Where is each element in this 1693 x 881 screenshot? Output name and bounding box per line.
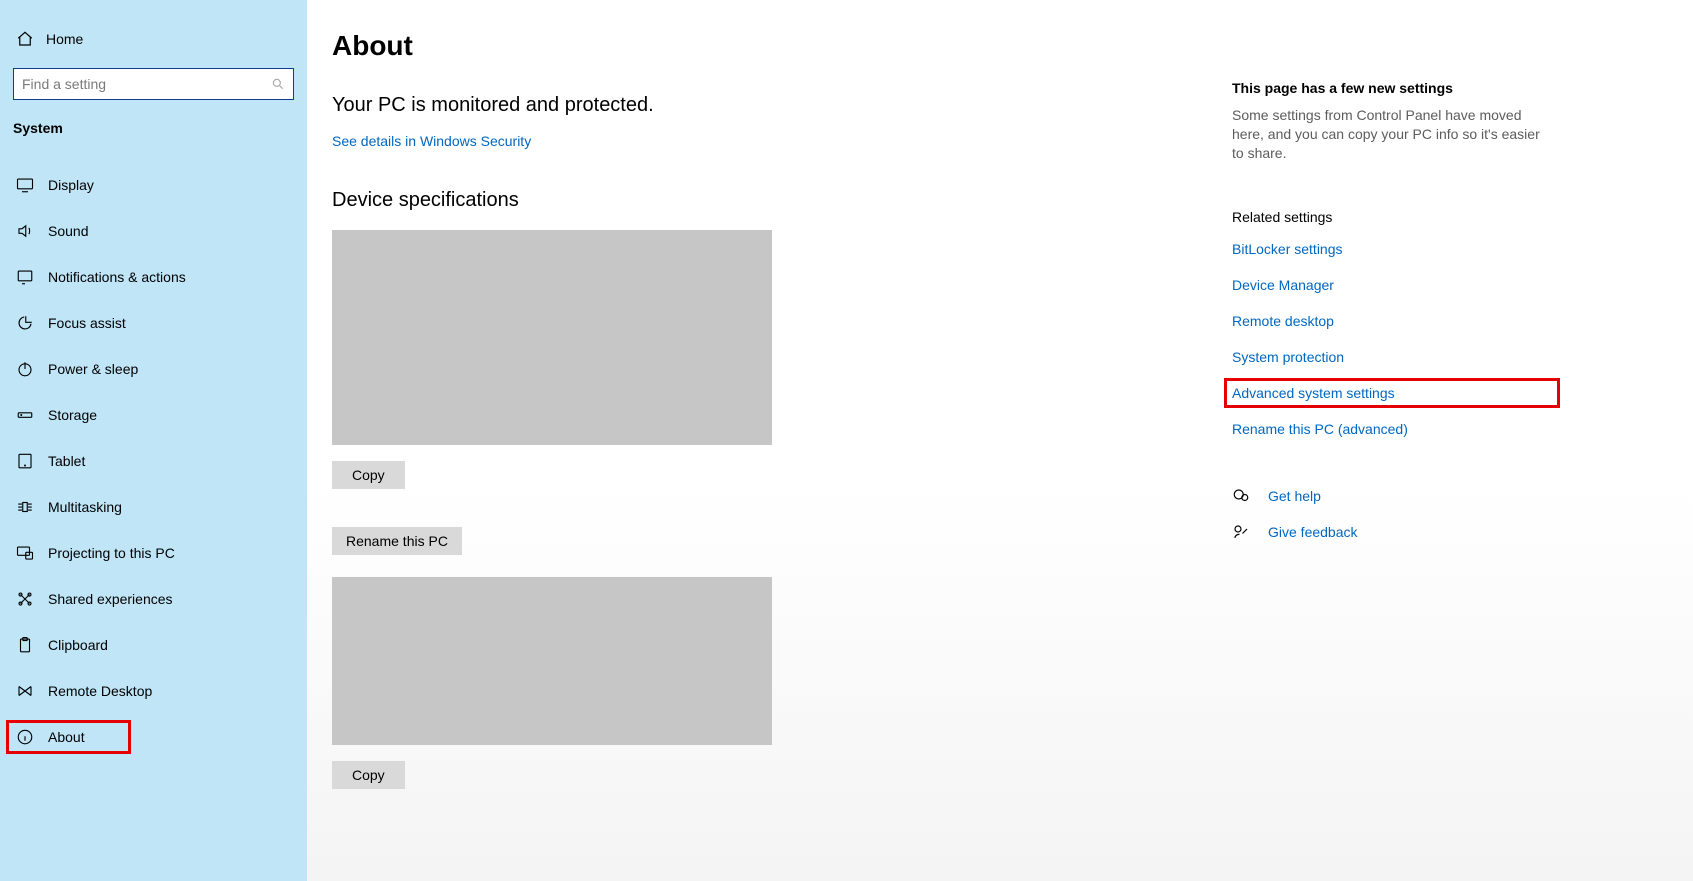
search-box[interactable] [13,68,294,100]
clipboard-icon [16,636,34,654]
sidebar-home-label: Home [46,31,83,47]
focus-assist-icon [16,314,34,332]
copy-button-2[interactable]: Copy [332,761,405,789]
about-icon [16,728,34,746]
sound-icon [16,222,34,240]
page-title: About [332,30,1212,62]
copy-button[interactable]: Copy [332,461,405,489]
sidebar-item-notifications[interactable]: Notifications & actions [0,254,307,300]
tablet-icon [16,452,34,470]
device-spec-heading: Device specifications [332,189,1212,212]
sidebar-item-display[interactable]: Display [0,162,307,208]
sidebar-item-label: About [48,729,85,745]
search-icon [271,77,285,91]
sidebar-item-shared[interactable]: Shared experiences [0,576,307,622]
security-details-link[interactable]: See details in Windows Security [332,133,531,149]
rename-pc-button[interactable]: Rename this PC [332,527,462,555]
sidebar-item-power[interactable]: Power & sleep [0,346,307,392]
link-advanced-system-settings[interactable]: Advanced system settings [1232,385,1552,401]
sidebar-item-label: Power & sleep [48,361,138,377]
sidebar-item-sound[interactable]: Sound [0,208,307,254]
sidebar-item-label: Focus assist [48,315,126,331]
sidebar-item-tablet[interactable]: Tablet [0,438,307,484]
device-spec-block [332,230,772,445]
sidebar-item-storage[interactable]: Storage [0,392,307,438]
remote-desktop-icon [16,682,34,700]
pc-protection-status: Your PC is monitored and protected. [332,94,1212,117]
sidebar-section-label: System [0,120,307,144]
sidebar-item-label: Sound [48,223,88,239]
multitasking-icon [16,498,34,516]
search-input[interactable] [22,76,271,92]
give-feedback-row[interactable]: Give feedback [1232,523,1552,541]
notifications-icon [16,268,34,286]
help-icon [1232,487,1250,505]
display-icon [16,176,34,194]
feedback-icon [1232,523,1250,541]
related-settings-links: BitLocker settings Device Manager Remote… [1232,241,1552,437]
give-feedback-link[interactable]: Give feedback [1268,524,1358,540]
main-area: About Your PC is monitored and protected… [307,0,1693,881]
sidebar-home[interactable]: Home [0,30,307,68]
sidebar-item-label: Shared experiences [48,591,173,607]
get-help-link[interactable]: Get help [1268,488,1321,504]
link-remote-desktop[interactable]: Remote desktop [1232,313,1552,329]
link-system-protection[interactable]: System protection [1232,349,1552,365]
sidebar-item-clipboard[interactable]: Clipboard [0,622,307,668]
new-settings-heading: This page has a few new settings [1232,80,1552,96]
new-settings-text: Some settings from Control Panel have mo… [1232,106,1552,163]
sidebar-item-projecting[interactable]: Projecting to this PC [0,530,307,576]
windows-spec-block [332,577,772,745]
sidebar-item-label: Clipboard [48,637,108,653]
sidebar-item-label: Storage [48,407,97,423]
sidebar-item-focus[interactable]: Focus assist [0,300,307,346]
sidebar-item-label: Notifications & actions [48,269,186,285]
sidebar-item-label: Multitasking [48,499,122,515]
sidebar-item-multitasking[interactable]: Multitasking [0,484,307,530]
link-device-manager[interactable]: Device Manager [1232,277,1552,293]
sidebar: Home System Display Sound Notifications … [0,0,307,881]
sidebar-item-label: Display [48,177,94,193]
sidebar-item-about[interactable]: About [0,714,307,760]
sidebar-item-label: Projecting to this PC [48,545,175,561]
right-panel: This page has a few new settings Some se… [1212,30,1592,881]
projecting-icon [16,544,34,562]
shared-icon [16,590,34,608]
storage-icon [16,406,34,424]
sidebar-item-label: Remote Desktop [48,683,152,699]
power-icon [16,360,34,378]
home-icon [16,30,34,48]
link-bitlocker[interactable]: BitLocker settings [1232,241,1552,257]
sidebar-item-label: Tablet [48,453,85,469]
sidebar-item-remote[interactable]: Remote Desktop [0,668,307,714]
related-settings-heading: Related settings [1232,209,1552,225]
get-help-row[interactable]: Get help [1232,487,1552,505]
link-rename-pc-advanced[interactable]: Rename this PC (advanced) [1232,421,1552,437]
content-column: About Your PC is monitored and protected… [332,30,1212,881]
